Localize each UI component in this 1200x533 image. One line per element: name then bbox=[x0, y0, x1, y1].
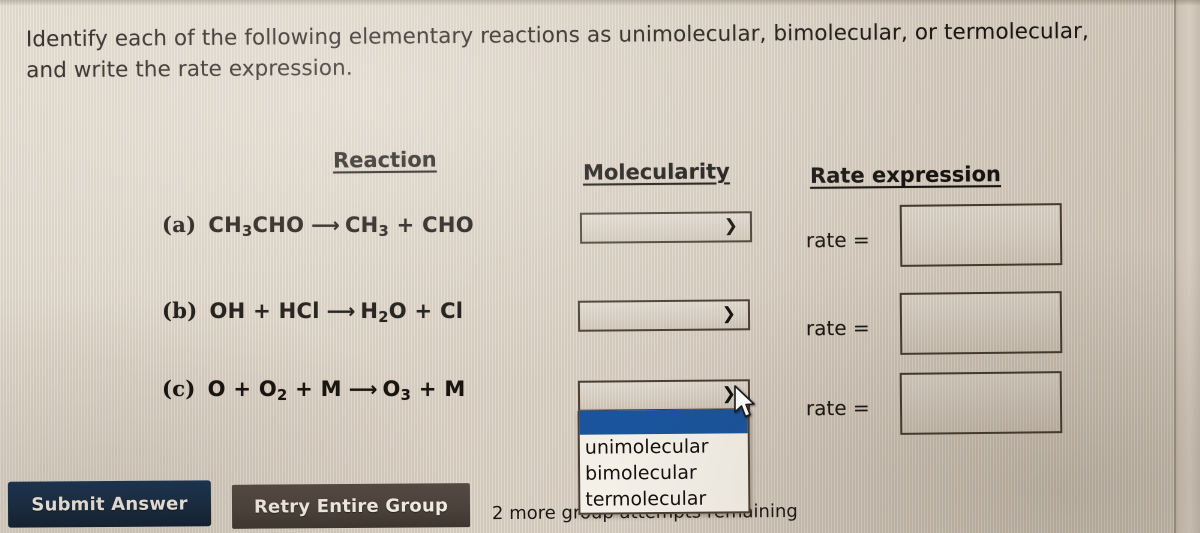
table-row: (b) OH + HCl ⟶ H2O + Cl ❯ rate = bbox=[0, 291, 1200, 355]
reaction-products-c: O3 + M bbox=[382, 377, 466, 405]
molecularity-select-c[interactable]: ❯ bbox=[577, 379, 751, 412]
reaction-equation-c: (c) O + O2 + M ⟶ O3 + M bbox=[162, 376, 466, 404]
reaction-products-b: H2O + Cl bbox=[360, 299, 464, 327]
reaction-reactants-b: OH + HCl bbox=[209, 299, 320, 323]
reaction-label-a: (a) bbox=[162, 212, 197, 237]
rate-expression-input-b[interactable] bbox=[899, 291, 1063, 355]
top-edge-shadow bbox=[0, 0, 1200, 6]
reaction-arrow-a: ⟶ bbox=[311, 213, 340, 237]
reaction-label-c: (c) bbox=[162, 376, 196, 401]
reaction-arrow-c: ⟶ bbox=[348, 377, 378, 401]
reaction-equation-b: (b) OH + HCl ⟶ H2O + Cl bbox=[162, 298, 463, 326]
molecularity-select-a[interactable]: ❯ bbox=[579, 211, 753, 244]
column-header-reaction: Reaction bbox=[332, 147, 437, 173]
photographed-screen-page: Identify each of the following elementar… bbox=[0, 0, 1200, 533]
rate-label-c: rate = bbox=[805, 395, 870, 421]
dropdown-option-unimolecular[interactable]: unimolecular bbox=[580, 433, 748, 460]
column-header-rate-expression: Rate expression bbox=[809, 162, 1002, 188]
reaction-arrow-b: ⟶ bbox=[326, 299, 356, 323]
column-header-molecularity: Molecularity bbox=[582, 159, 730, 185]
dropdown-option-termolecular[interactable]: termolecular bbox=[580, 485, 748, 512]
reaction-products-a: CH3 + CHO bbox=[344, 213, 474, 241]
dropdown-option-blank[interactable] bbox=[579, 409, 748, 435]
reaction-equation-a: (a) CH3CHO ⟶ CH3 + CHO bbox=[162, 212, 474, 240]
submit-answer-button[interactable]: Submit Answer bbox=[7, 480, 212, 528]
chevron-down-icon: ❯ bbox=[721, 303, 737, 324]
dropdown-option-bimolecular[interactable]: bimolecular bbox=[580, 459, 748, 486]
rate-expression-input-a[interactable] bbox=[899, 203, 1063, 267]
reaction-reactants-c: O + O2 + M bbox=[207, 377, 342, 405]
chevron-down-icon: ❯ bbox=[723, 215, 739, 236]
retry-entire-group-button[interactable]: Retry Entire Group bbox=[231, 483, 471, 529]
molecularity-dropdown-list[interactable]: unimolecular bimolecular termolecular bbox=[577, 409, 751, 515]
rate-label-b: rate = bbox=[805, 315, 870, 341]
reaction-reactants-a: CH3CHO bbox=[208, 213, 305, 241]
mouse-cursor-icon bbox=[734, 385, 755, 418]
molecularity-select-b[interactable]: ❯ bbox=[577, 299, 751, 332]
table-row: (a) CH3CHO ⟶ CH3 + CHO ❯ rate = bbox=[0, 203, 1200, 268]
rate-expression-input-c[interactable] bbox=[899, 371, 1063, 435]
right-page-edge bbox=[1174, 0, 1200, 533]
rate-label-a: rate = bbox=[805, 227, 870, 253]
reaction-label-b: (b) bbox=[162, 298, 198, 323]
